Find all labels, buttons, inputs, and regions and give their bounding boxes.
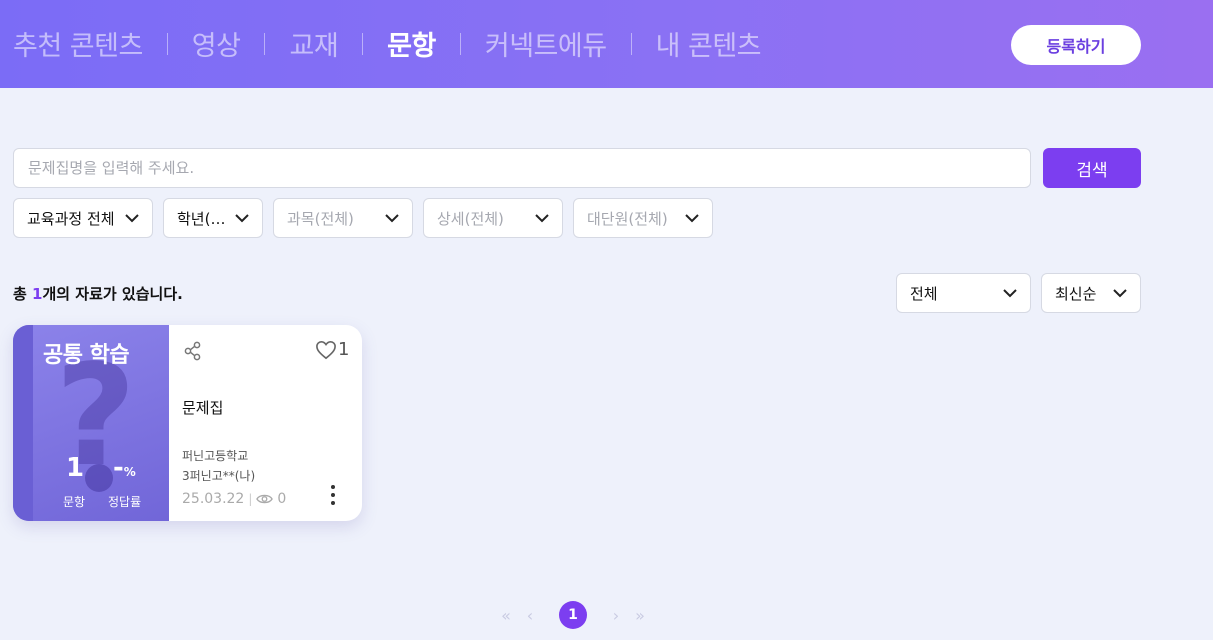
heart-icon [316, 340, 336, 359]
like-button[interactable]: 1 [315, 339, 349, 360]
view-count: 0 [277, 491, 287, 507]
nav-divider [630, 32, 632, 55]
share-icon[interactable] [184, 341, 202, 361]
nav-connect-edu[interactable]: 커넥트에듀 [485, 24, 607, 63]
result-count: 1 [32, 285, 43, 303]
search-input[interactable] [13, 148, 1031, 188]
accuracy-unit: % [123, 465, 136, 479]
detail-select[interactable]: 상세(전체) [423, 198, 563, 238]
main-nav: 추천 콘텐츠 영상 교재 문항 커넥트에듀 내 콘텐츠 [13, 24, 762, 63]
question-count: 1 [66, 453, 85, 483]
result-suffix: 개의 자료가 있습니다. [42, 285, 183, 303]
school-name: 퍼닌고등학교 [182, 449, 249, 463]
content-card[interactable]: ? 공통 학습 1 -% 문항 정답률 1 문제집 퍼닌고등학교 3퍼닌고**(… [13, 325, 362, 521]
grade-select[interactable]: 학년(… [163, 198, 263, 238]
detail-select-value: 상세(전체) [437, 209, 504, 228]
question-count-label: 문항 [63, 495, 86, 509]
accuracy-value: -% [113, 453, 136, 483]
top-navigation-bar: 추천 콘텐츠 영상 교재 문항 커넥트에듀 내 콘텐츠 등록하기 [0, 0, 1213, 88]
first-page-button[interactable]: « [494, 600, 518, 630]
accuracy-label: 정답률 [108, 495, 142, 509]
result-prefix: 총 [13, 285, 33, 303]
eye-icon [256, 494, 274, 504]
nav-textbook[interactable]: 교재 [289, 24, 338, 63]
card-cover[interactable]: ? 공통 학습 1 -% 문항 정답률 [13, 325, 169, 521]
chevron-down-icon [125, 214, 139, 223]
cover-title: 공통 학습 [43, 343, 130, 368]
next-page-button[interactable]: › [604, 600, 628, 630]
sort-select[interactable]: 최신순 [1041, 273, 1141, 313]
curriculum-select[interactable]: 교육과정 전체 [13, 198, 153, 238]
search-button[interactable]: 검색 [1043, 148, 1141, 188]
scope-filter-select[interactable]: 전체 [896, 273, 1031, 313]
chevron-down-icon [1113, 289, 1127, 298]
nav-divider [264, 32, 266, 55]
chevron-down-icon [535, 214, 549, 223]
prev-page-button[interactable]: ‹ [518, 600, 542, 630]
chevron-down-icon [385, 214, 399, 223]
subject-select[interactable]: 과목(전체) [273, 198, 413, 238]
nav-recommended[interactable]: 추천 콘텐츠 [13, 24, 143, 63]
created-date: 25.03.22 [182, 491, 245, 507]
last-page-button[interactable]: » [628, 600, 652, 630]
chevron-down-icon [685, 214, 699, 223]
card-meta: 25.03.22 | 0 [182, 491, 286, 507]
result-count-text: 총 1개의 자료가 있습니다. [13, 283, 183, 304]
register-button[interactable]: 등록하기 [1011, 25, 1141, 65]
nav-divider [166, 32, 168, 55]
nav-video[interactable]: 영상 [192, 24, 241, 63]
class-name: 3퍼닌고**(나) [182, 469, 256, 483]
unit-select-value: 대단원(전체) [587, 209, 668, 228]
page-number-current[interactable]: 1 [559, 601, 587, 629]
accuracy-number: - [113, 453, 124, 483]
more-options-icon[interactable] [329, 484, 337, 506]
curriculum-select-value: 교육과정 전체 [27, 209, 115, 228]
nav-questions[interactable]: 문항 [387, 24, 436, 63]
chevron-down-icon [1003, 289, 1017, 298]
scope-filter-value: 전체 [910, 284, 938, 303]
nav-divider [362, 32, 364, 55]
card-title[interactable]: 문제집 [182, 397, 223, 418]
nav-divider [459, 32, 461, 55]
pagination: « ‹ 1 › » [494, 600, 652, 630]
nav-my-contents[interactable]: 내 콘텐츠 [656, 24, 762, 63]
sort-select-value: 최신순 [1055, 284, 1097, 303]
decorative-circle [85, 464, 113, 492]
book-spine [13, 325, 33, 521]
grade-select-value: 학년(… [177, 209, 226, 228]
unit-select[interactable]: 대단원(전체) [573, 198, 713, 238]
like-count: 1 [338, 339, 350, 360]
meta-divider: | [248, 492, 253, 506]
chevron-down-icon [235, 214, 249, 223]
subject-select-value: 과목(전체) [287, 209, 354, 228]
